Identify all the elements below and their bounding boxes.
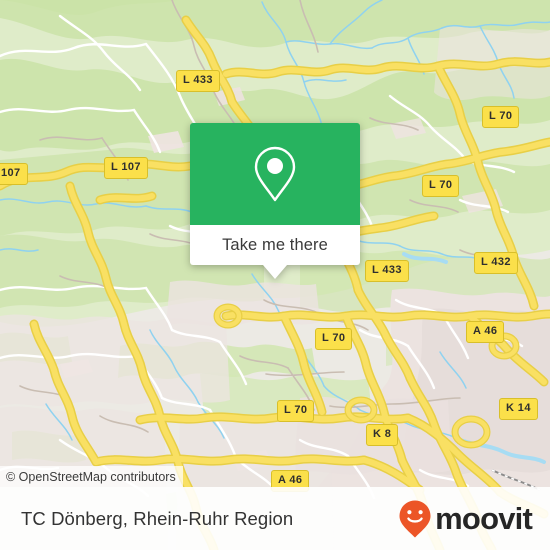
road-shield: L 70: [482, 106, 520, 128]
location-pin-icon: [254, 146, 296, 202]
location-callout-card[interactable]: Take me there: [190, 123, 360, 279]
road-shield: 107: [0, 163, 28, 185]
road-shield: L 432: [474, 252, 518, 274]
moovit-logo[interactable]: moovit: [398, 499, 533, 539]
road-shield: L 70: [422, 175, 460, 197]
road-shield: L 107: [104, 157, 148, 179]
callout-pointer: [263, 265, 287, 279]
road-shield: K 14: [499, 398, 538, 420]
map-screenshot: L 433 L 70 107 L 107 L 70 L 433 L 432 L 70 A 46 K…: [0, 0, 550, 550]
moovit-wordmark: moovit: [435, 501, 533, 536]
callout-icon-panel: [190, 123, 360, 225]
road-shield: L 70: [315, 328, 353, 350]
road-shield: A 46: [466, 321, 505, 343]
attribution-text: © OpenStreetMap contributors: [6, 469, 176, 484]
take-me-there-label: Take me there: [222, 235, 328, 254]
road-shield: L 433: [365, 260, 409, 282]
page-title: TC Dönberg, Rhein-Ruhr Region: [21, 507, 294, 529]
road-shield: L 433: [176, 70, 220, 92]
footer-bar: TC Dönberg, Rhein-Ruhr Region moovit: [0, 487, 550, 550]
moovit-smiley-pin-icon: [399, 500, 431, 537]
road-shield: L 70: [277, 400, 315, 422]
take-me-there-button[interactable]: Take me there: [190, 225, 360, 265]
road-shield: K 8: [366, 424, 399, 446]
map-attribution[interactable]: © OpenStreetMap contributors: [0, 466, 183, 487]
